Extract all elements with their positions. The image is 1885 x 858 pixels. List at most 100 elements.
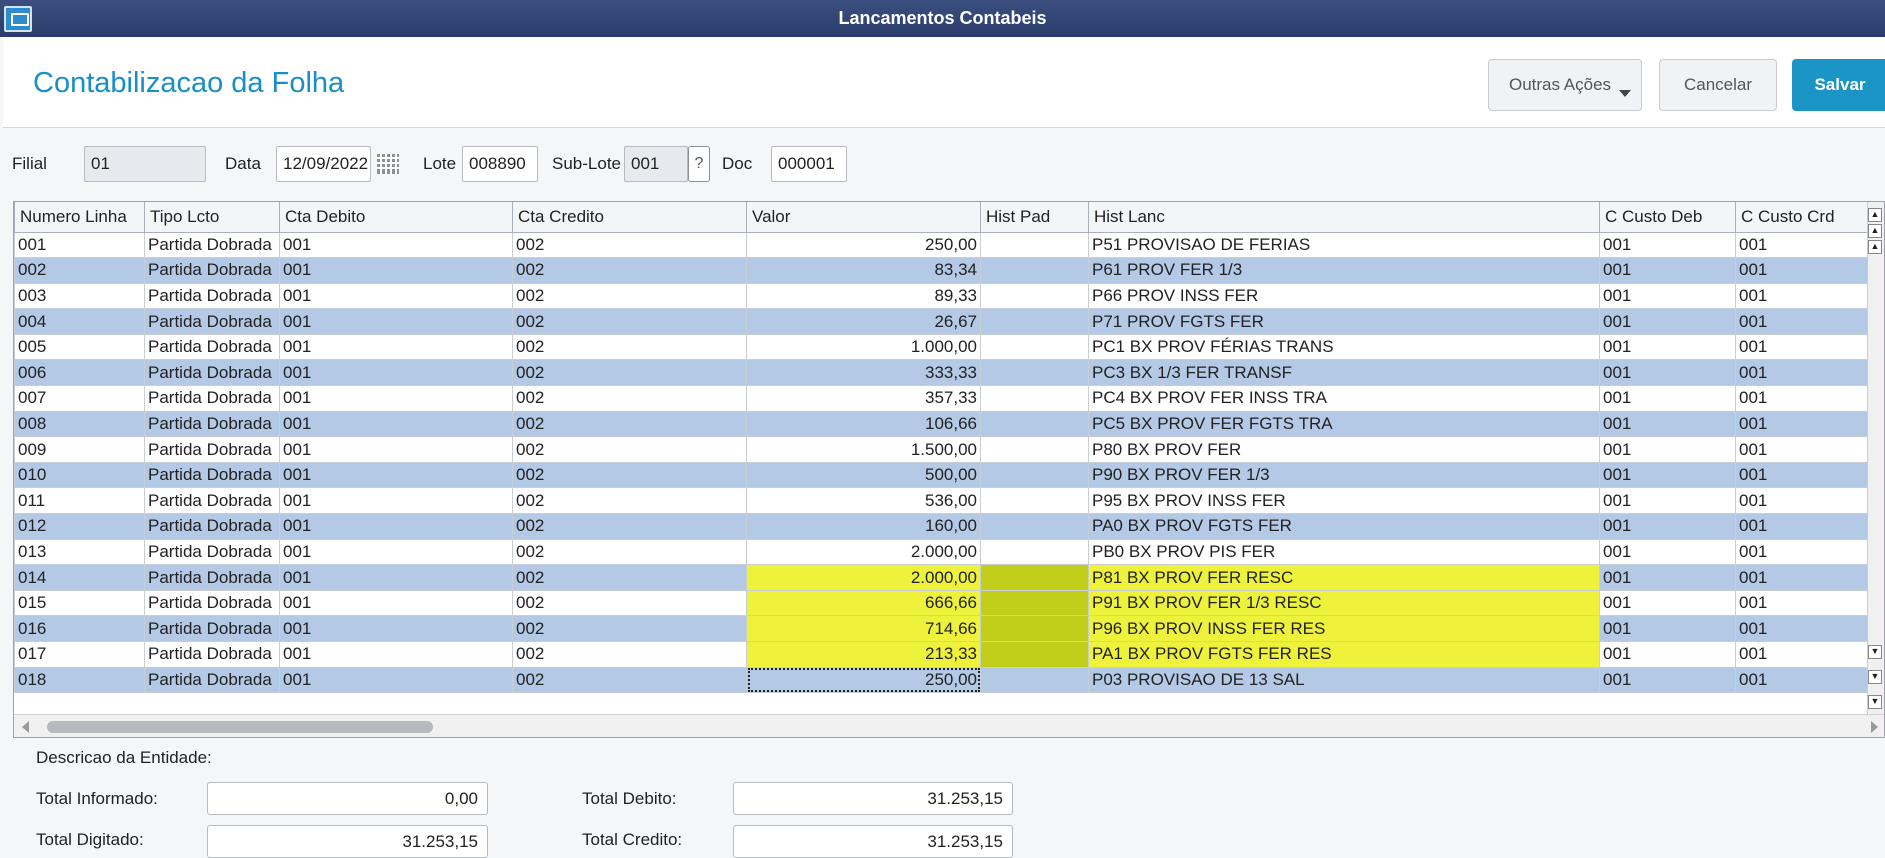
table-cell[interactable] [980,461,1089,489]
scroll-top-icon[interactable]: ▲ [1868,208,1882,222]
table-row[interactable]: 013 Partida Dobrada 001 002 2.000,00 PB0 BX P… [14,538,1871,566]
table-cell[interactable]: 001 [1735,257,1871,284]
table-cell[interactable]: 001 [279,410,513,438]
table-row[interactable]: 011 Partida Dobrada 001 002 536,00 P95 BX PRO… [14,487,1871,515]
table-row[interactable]: 003 Partida Dobrada 001 002 89,33 P66 PROV IN… [14,282,1871,310]
sublote-help-button[interactable]: ? [688,146,710,182]
table-cell[interactable]: 016 [14,615,145,642]
table-cell[interactable]: P71 PROV FGTS FER [1088,308,1600,335]
table-cell[interactable]: 2.000,00 [746,564,981,591]
table-cell[interactable] [980,564,1089,591]
lote-field[interactable]: 008890 [462,146,538,182]
table-cell[interactable]: 002 [512,282,747,310]
table-cell[interactable] [980,359,1089,387]
scroll-right-icon[interactable] [1871,721,1878,733]
table-cell[interactable]: 001 [1599,359,1736,387]
table-cell[interactable]: 357,33 [746,385,981,412]
table-row[interactable]: 005 Partida Dobrada 001 002 1.000,00 PC1 BX P… [14,333,1871,361]
table-cell[interactable]: PC5 BX PROV FER FGTS TRA [1088,410,1600,438]
vertical-scrollbar[interactable]: ▲ ▲ ▲ ▼ ▼ ▼ [1867,202,1884,737]
table-cell[interactable]: Partida Dobrada [144,589,280,617]
table-cell[interactable]: 002 [512,666,747,694]
table-cell[interactable]: 002 [512,538,747,566]
table-cell[interactable] [980,589,1089,617]
table-row[interactable]: 012 Partida Dobrada 001 002 160,00 PA0 BX PRO… [14,513,1871,540]
table-row[interactable]: 002 Partida Dobrada 001 002 83,34 P61 PROV FE… [14,257,1871,284]
table-cell[interactable]: 001 [279,231,513,259]
table-cell[interactable]: 001 [1599,487,1736,515]
table-cell[interactable] [980,385,1089,412]
table-cell[interactable]: 001 [1735,666,1871,694]
table-cell[interactable]: 001 [279,538,513,566]
column-header[interactable]: Numero Linha [14,202,145,233]
table-cell[interactable] [980,487,1089,515]
table-cell[interactable]: Partida Dobrada [144,487,280,515]
table-cell[interactable]: Partida Dobrada [144,436,280,463]
table-cell[interactable]: 008 [14,410,145,438]
total-credito-field[interactable]: 31.253,15 [733,825,1013,858]
table-cell[interactable]: 001 [1735,615,1871,642]
table-cell[interactable]: 002 [512,410,747,438]
table-cell[interactable]: 002 [512,589,747,617]
horizontal-scroll-thumb[interactable] [47,721,433,733]
table-cell[interactable]: 001 [279,308,513,335]
table-cell[interactable]: 001 [279,666,513,694]
table-cell[interactable]: PC3 BX 1/3 FER TRANSF [1088,359,1600,387]
table-cell[interactable]: 002 [512,385,747,412]
table-cell[interactable]: P96 BX PROV INSS FER RES [1088,615,1600,642]
table-cell[interactable]: 89,33 [746,282,981,310]
table-cell[interactable]: 013 [14,538,145,566]
table-cell[interactable]: 001 [279,641,513,668]
calendar-icon[interactable] [377,154,399,174]
table-cell[interactable]: Partida Dobrada [144,564,280,591]
table-cell[interactable]: 012 [14,513,145,540]
table-cell[interactable]: 001 [1599,641,1736,668]
table-cell[interactable]: 1.000,00 [746,333,981,361]
table-row[interactable]: 017 Partida Dobrada 001 002 213,33 PA1 BX PRO… [14,641,1871,668]
table-cell[interactable]: 333,33 [746,359,981,387]
table-cell[interactable]: Partida Dobrada [144,513,280,540]
table-cell[interactable]: 001 [1735,461,1871,489]
table-cell[interactable]: 002 [512,257,747,284]
outras-acoes-button[interactable]: Outras Ações [1488,59,1642,111]
table-cell[interactable] [980,538,1089,566]
table-cell[interactable] [980,513,1089,540]
table-row[interactable]: 010 Partida Dobrada 001 002 500,00 P90 BX PRO… [14,461,1871,489]
column-header[interactable]: Valor [746,202,981,233]
table-cell[interactable]: P61 PROV FER 1/3 [1088,257,1600,284]
table-cell[interactable]: 002 [512,359,747,387]
data-field[interactable]: 12/09/2022 [276,146,371,182]
table-cell[interactable]: 001 [279,282,513,310]
cancel-button[interactable]: Cancelar [1659,59,1777,111]
table-cell[interactable]: 009 [14,436,145,463]
table-cell[interactable]: 001 [279,333,513,361]
table-cell[interactable]: 001 [279,359,513,387]
table-row[interactable]: 015 Partida Dobrada 001 002 666,66 P91 BX PRO… [14,589,1871,617]
table-cell[interactable]: P90 BX PROV FER 1/3 [1088,461,1600,489]
table-cell[interactable]: Partida Dobrada [144,666,280,694]
table-cell[interactable]: 001 [279,461,513,489]
column-header[interactable]: Cta Credito [512,202,747,233]
table-cell[interactable]: 001 [279,589,513,617]
table-cell[interactable]: 001 [279,436,513,463]
table-cell[interactable]: Partida Dobrada [144,333,280,361]
table-cell[interactable]: Partida Dobrada [144,308,280,335]
table-cell[interactable]: PA1 BX PROV FGTS FER RES [1088,641,1600,668]
table-cell[interactable]: 001 [1599,666,1736,694]
table-cell[interactable]: P95 BX PROV INSS FER [1088,487,1600,515]
table-row[interactable]: 001 Partida Dobrada 001 002 250,00 P51 PROVIS… [14,231,1871,259]
scroll-bottom-icon[interactable]: ▼ [1868,695,1882,709]
table-cell[interactable]: 001 [1599,385,1736,412]
table-cell[interactable]: 001 [1735,538,1871,566]
table-cell[interactable]: Partida Dobrada [144,359,280,387]
table-cell[interactable]: 003 [14,282,145,310]
table-cell[interactable]: Partida Dobrada [144,257,280,284]
table-cell[interactable] [980,666,1089,694]
table-row[interactable]: 009 Partida Dobrada 001 002 1.500,00 P80 BX P… [14,436,1871,463]
table-cell[interactable]: 014 [14,564,145,591]
table-cell[interactable]: 714,66 [746,615,981,642]
table-cell[interactable] [980,257,1089,284]
table-cell[interactable]: 001 [1735,231,1871,259]
table-cell[interactable]: 015 [14,589,145,617]
table-cell[interactable]: 001 [1735,385,1871,412]
